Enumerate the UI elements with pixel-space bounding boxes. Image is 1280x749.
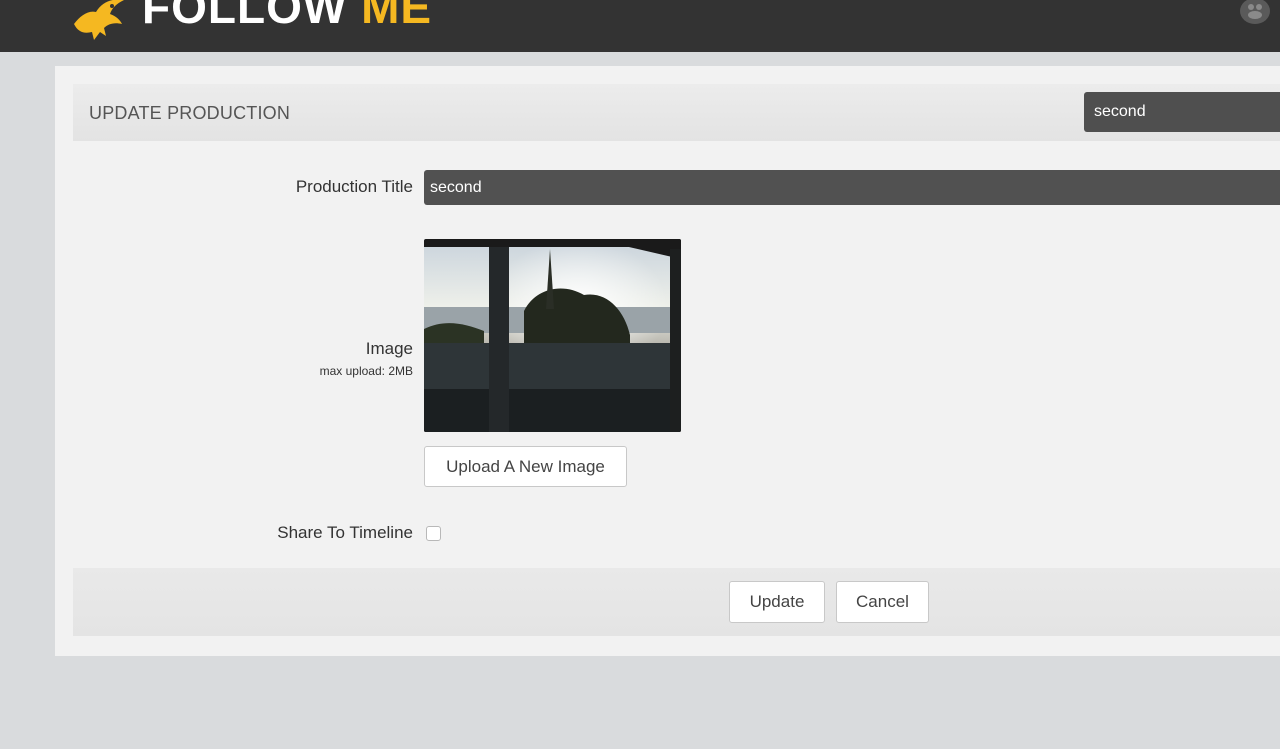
update-button[interactable]: Update: [729, 581, 825, 623]
panel-header: UPDATE PRODUCTION second: [73, 84, 1280, 141]
cancel-button[interactable]: Cancel: [836, 581, 929, 623]
image-upload-limit: max upload: 2MB: [319, 364, 413, 378]
brand-logo-text[interactable]: FOLLOW ME: [142, 0, 432, 30]
share-to-timeline-label: Share To Timeline: [277, 523, 413, 542]
production-title-label: Production Title: [295, 177, 413, 196]
share-to-timeline-checkbox[interactable]: [426, 526, 441, 541]
upload-new-image-button[interactable]: Upload A New Image: [424, 446, 627, 487]
panel-title: UPDATE PRODUCTION: [89, 103, 291, 123]
brand-name-part1: FOLLOW: [142, 0, 348, 33]
users-icon[interactable]: [1240, 0, 1270, 24]
form-actions: Update Cancel: [73, 568, 1280, 636]
image-label: Image: [365, 339, 413, 358]
top-navigation-bar: FOLLOW ME: [0, 0, 1280, 52]
bird-logo-icon[interactable]: [66, 0, 128, 42]
brand-name-part2: ME: [361, 0, 433, 33]
production-image: [424, 239, 681, 432]
production-title-input[interactable]: second: [424, 170, 1280, 205]
production-select[interactable]: second: [1084, 92, 1280, 132]
update-production-card: UPDATE PRODUCTION second Production Titl…: [55, 66, 1280, 656]
